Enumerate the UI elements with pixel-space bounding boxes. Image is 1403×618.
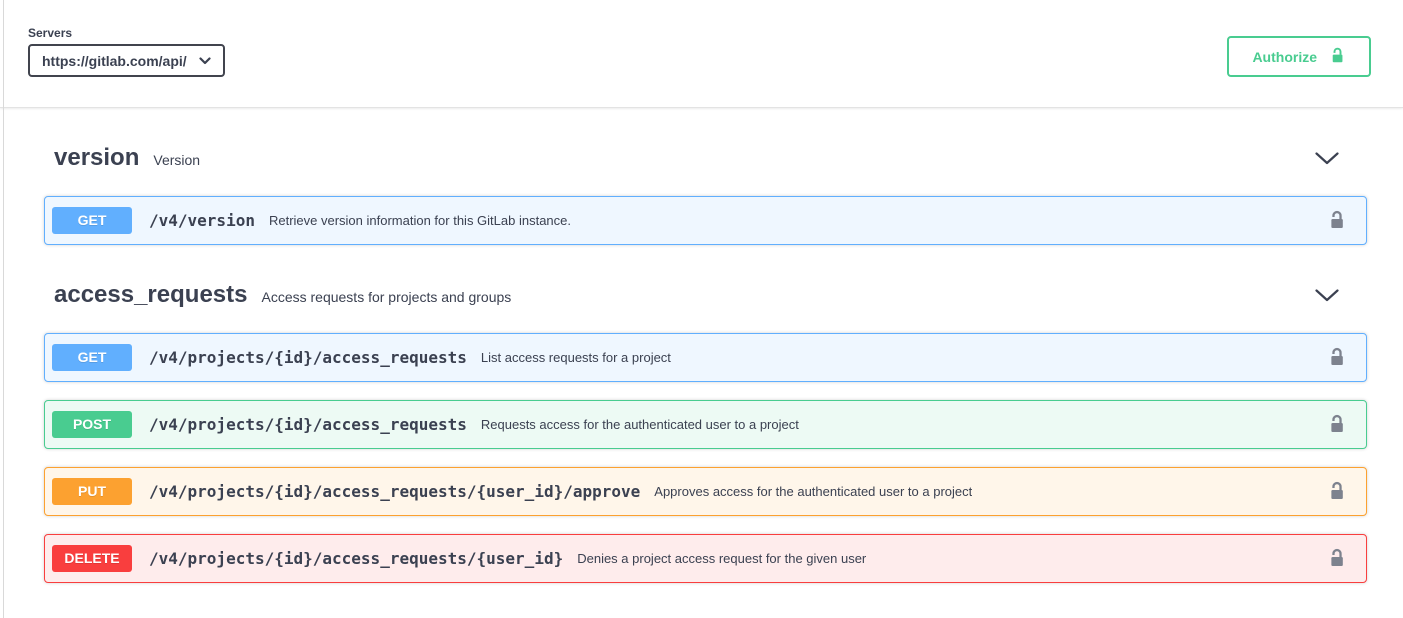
method-badge: DELETE — [52, 545, 132, 572]
api-section-version: version Version GET /v4/version Retrieve… — [44, 144, 1367, 245]
unlock-icon — [1327, 209, 1347, 233]
operation-path: /v4/projects/{id}/access_requests/{user_… — [149, 549, 563, 568]
operation-auth-button[interactable] — [1327, 480, 1347, 504]
api-section-access_requests: access_requests Access requests for proj… — [44, 281, 1367, 583]
page-edge-line — [3, 0, 4, 618]
operation-summary: Denies a project access request for the … — [577, 551, 866, 566]
servers-label: Servers — [28, 26, 225, 40]
operation-path: /v4/version — [149, 211, 255, 230]
operation-row[interactable]: DELETE /v4/projects/{id}/access_requests… — [44, 534, 1367, 583]
unlock-icon — [1327, 346, 1347, 370]
operation-auth-button[interactable] — [1327, 547, 1347, 571]
api-sections: version Version GET /v4/version Retrieve… — [0, 144, 1403, 583]
section-title: access_requests — [54, 281, 247, 309]
unlock-icon — [1327, 480, 1347, 504]
authorize-button-label: Authorize — [1252, 49, 1317, 65]
section-header[interactable]: access_requests Access requests for proj… — [44, 281, 1367, 309]
method-badge: GET — [52, 344, 132, 371]
method-badge: GET — [52, 207, 132, 234]
operation-row[interactable]: POST /v4/projects/{id}/access_requests R… — [44, 400, 1367, 449]
servers-select-value: https://gitlab.com/api/ — [42, 53, 187, 69]
section-expand-button[interactable] — [1311, 285, 1343, 306]
servers-block: Servers https://gitlab.com/api/ — [28, 26, 225, 77]
operation-summary: Requests access for the authenticated us… — [481, 417, 799, 432]
section-header-left: access_requests Access requests for proj… — [44, 281, 511, 309]
servers-select[interactable]: https://gitlab.com/api/ — [28, 44, 225, 77]
method-badge: POST — [52, 411, 132, 438]
operation-row[interactable]: PUT /v4/projects/{id}/access_requests/{u… — [44, 467, 1367, 516]
section-title: version — [54, 144, 139, 172]
authorize-button[interactable]: Authorize — [1227, 36, 1371, 77]
chevron-down-icon — [1315, 289, 1339, 302]
scheme-container: Servers https://gitlab.com/api/ Authoriz… — [0, 0, 1403, 108]
unlock-icon — [1329, 45, 1346, 68]
section-header-left: version Version — [44, 144, 200, 172]
operation-auth-button[interactable] — [1327, 346, 1347, 370]
operation-path: /v4/projects/{id}/access_requests — [149, 348, 467, 367]
operation-summary: Approves access for the authenticated us… — [654, 484, 972, 499]
operation-row[interactable]: GET /v4/version Retrieve version informa… — [44, 196, 1367, 245]
section-operations: GET /v4/version Retrieve version informa… — [44, 196, 1367, 245]
operation-path: /v4/projects/{id}/access_requests/{user_… — [149, 482, 640, 501]
section-header[interactable]: version Version — [44, 144, 1367, 172]
operation-row[interactable]: GET /v4/projects/{id}/access_requests Li… — [44, 333, 1367, 382]
method-badge: PUT — [52, 478, 132, 505]
chevron-down-icon — [1315, 152, 1339, 165]
operation-auth-button[interactable] — [1327, 413, 1347, 437]
section-expand-button[interactable] — [1311, 148, 1343, 169]
operation-summary: List access requests for a project — [481, 350, 671, 365]
chevron-down-icon — [199, 57, 211, 65]
unlock-icon — [1327, 547, 1347, 571]
section-description: Version — [153, 152, 200, 168]
section-operations: GET /v4/projects/{id}/access_requests Li… — [44, 333, 1367, 583]
operation-auth-button[interactable] — [1327, 209, 1347, 233]
unlock-icon — [1327, 413, 1347, 437]
section-description: Access requests for projects and groups — [261, 289, 511, 305]
operation-summary: Retrieve version information for this Gi… — [269, 213, 571, 228]
operation-path: /v4/projects/{id}/access_requests — [149, 415, 467, 434]
